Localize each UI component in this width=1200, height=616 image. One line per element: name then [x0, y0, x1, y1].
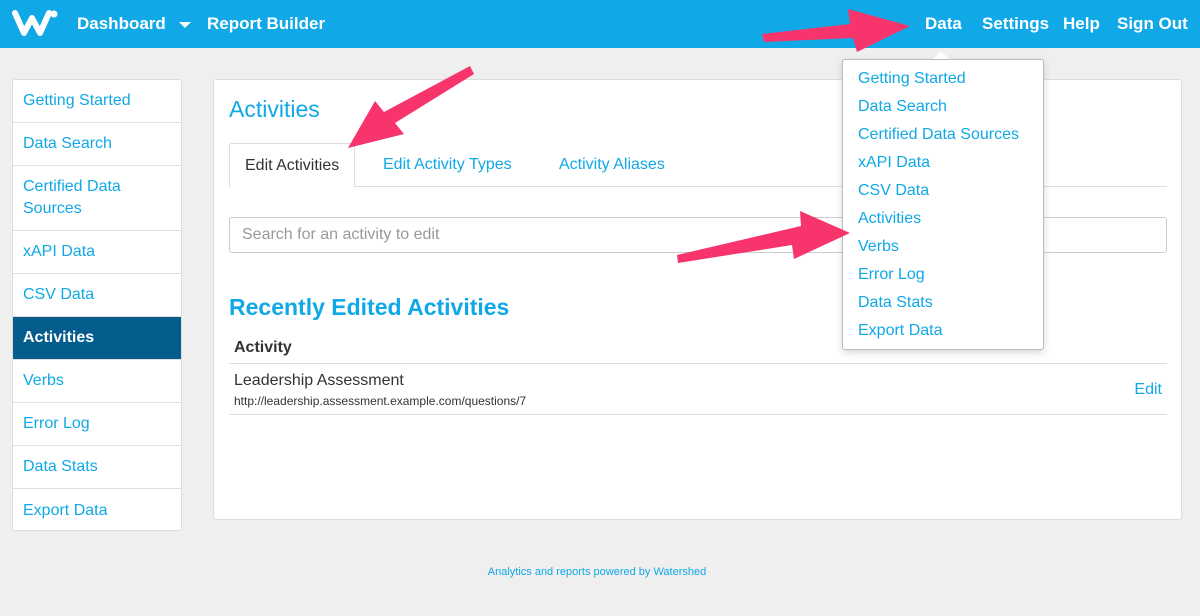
tab-edit-activities[interactable]: Edit Activities [229, 143, 356, 188]
dropdown-item-csv-data[interactable]: CSV Data [843, 177, 1043, 205]
dropdown-item-certified-data-sources[interactable]: Certified Data Sources [843, 121, 1043, 149]
sidebar-item-export-data[interactable]: Export Data [13, 489, 181, 530]
tab-edit-activity-types[interactable]: Edit Activity Types [368, 143, 527, 187]
recently-edited-title: Recently Edited Activities [229, 294, 510, 320]
sidebar-item-error-log[interactable]: Error Log [13, 403, 181, 446]
dropdown-notch [933, 51, 949, 59]
data-dropdown-menu: Getting Started Data Search Certified Da… [842, 59, 1044, 350]
footer-credit[interactable]: Analytics and reports powered by Watersh… [0, 566, 1194, 578]
dropdown-item-xapi-data[interactable]: xAPI Data [843, 149, 1043, 177]
nav-help[interactable]: Help [1063, 0, 1100, 48]
sidebar-item-csv-data[interactable]: CSV Data [13, 274, 181, 317]
dropdown-item-activities[interactable]: Activities [843, 205, 1043, 233]
chevron-down-icon[interactable] [179, 22, 191, 28]
dropdown-item-export-data[interactable]: Export Data [843, 317, 1043, 345]
sidebar-item-certified-data-sources[interactable]: Certified Data Sources [13, 166, 181, 231]
dropdown-item-data-search[interactable]: Data Search [843, 93, 1043, 121]
watershed-logo-icon[interactable] [12, 8, 58, 38]
tab-activity-aliases[interactable]: Activity Aliases [544, 143, 680, 187]
dropdown-item-verbs[interactable]: Verbs [843, 233, 1043, 261]
sidebar-item-data-stats[interactable]: Data Stats [13, 446, 181, 489]
nav-settings[interactable]: Settings [982, 0, 1049, 48]
nav-data[interactable]: Data [925, 0, 962, 48]
nav-report-builder[interactable]: Report Builder [207, 0, 325, 48]
sidebar-item-verbs[interactable]: Verbs [13, 360, 181, 403]
sidebar: Getting Started Data Search Certified Da… [12, 79, 182, 531]
dropdown-item-error-log[interactable]: Error Log [843, 261, 1043, 289]
dropdown-item-data-stats[interactable]: Data Stats [843, 289, 1043, 317]
sidebar-item-activities[interactable]: Activities [13, 317, 181, 360]
top-navbar: Dashboard Report Builder Data Settings H… [0, 0, 1200, 48]
sidebar-item-getting-started[interactable]: Getting Started [13, 80, 181, 123]
activity-name: Leadership Assessment [234, 372, 404, 389]
sidebar-item-data-search[interactable]: Data Search [13, 123, 181, 166]
activity-url: http://leadership.assessment.example.com… [234, 394, 527, 408]
nav-dashboard[interactable]: Dashboard [77, 0, 166, 48]
dropdown-item-getting-started[interactable]: Getting Started [843, 65, 1043, 93]
edit-link[interactable]: Edit [1134, 381, 1162, 399]
sidebar-item-xapi-data[interactable]: xAPI Data [13, 231, 181, 274]
table-row: Leadership Assessment http://leadership.… [229, 364, 1167, 415]
nav-sign-out[interactable]: Sign Out [1117, 0, 1188, 48]
page-title: Activities [229, 96, 320, 122]
